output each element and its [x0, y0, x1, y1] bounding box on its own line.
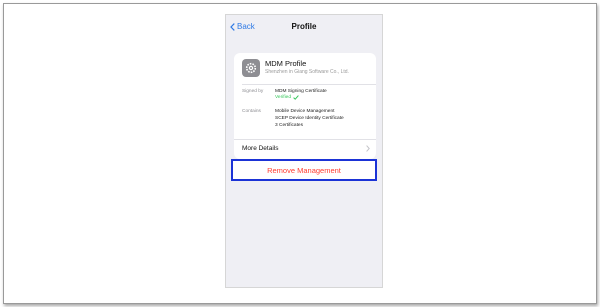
- signed-by-label: Signed by: [242, 89, 264, 94]
- remove-management-button[interactable]: Remove Management: [231, 159, 377, 181]
- contains-item: Mobile Device Management: [275, 109, 335, 114]
- more-details-row[interactable]: More Details: [234, 139, 376, 159]
- contains-item: SCEP Device Identity Certificate: [275, 116, 344, 121]
- navigation-bar: Back Profile: [226, 15, 382, 43]
- chevron-right-icon: [366, 145, 370, 152]
- profile-name: MDM Profile: [265, 59, 307, 68]
- profile-card: MDM Profile Shenzhen in Giang Software C…: [234, 53, 376, 159]
- checkmark-icon: [292, 95, 299, 100]
- settings-gear-icon: [242, 59, 260, 77]
- more-details-label: More Details: [242, 145, 279, 152]
- verified-status: Verified: [275, 95, 299, 100]
- profile-organization: Shenzhen in Giang Software Co., Ltd.: [265, 69, 349, 75]
- signed-by-value: MDM Signing Certificate: [275, 89, 327, 94]
- contains-label: Contains: [242, 109, 261, 114]
- gear-icon: [245, 62, 257, 74]
- verified-label: Verified: [275, 95, 291, 100]
- phone-screen: Back Profile MDM Profile Shenzhen in Gia…: [226, 15, 382, 287]
- page-title: Profile: [291, 22, 317, 31]
- contains-item: 3 Certificates: [275, 123, 303, 128]
- divider: [242, 84, 376, 85]
